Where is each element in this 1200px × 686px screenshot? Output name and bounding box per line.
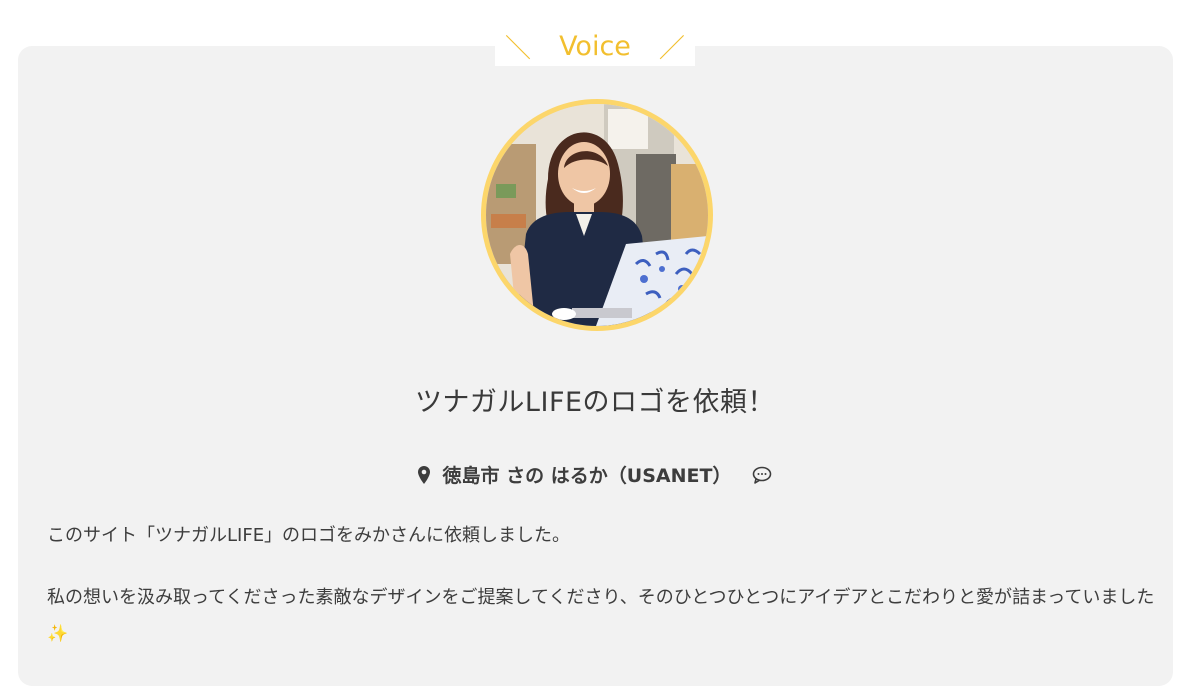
testimonial-paragraph-2: 私の想いを汲み取ってくださった素敵なデザインをご提案してくださり、そのひとつひと… — [47, 580, 1157, 652]
testimonial-paragraph-1: このサイト「ツナガルLIFE」のロゴをみかさんに依頼しました。 — [47, 525, 571, 546]
author-location: 徳島市 — [442, 465, 500, 487]
heading-slash-left: ＼ — [505, 33, 532, 64]
heading-slash-right: ／ — [658, 33, 685, 64]
avatar-ring — [481, 99, 713, 331]
testimonial-paragraph-2-text: 私の想いを汲み取ってくださった素敵なデザインをご提案してくださり、そのひとつひと… — [47, 587, 1155, 608]
section-heading: ＼ Voice ／ — [0, 26, 1190, 70]
avatar — [486, 104, 708, 326]
testimonial-title: ツナガルLIFEのロゴを依頼！ — [414, 387, 776, 418]
speech-bubble-icon[interactable] — [752, 466, 772, 484]
section-heading-text: Voice — [559, 30, 631, 62]
section-heading-inner: ＼ Voice ／ — [495, 26, 695, 66]
avatar-photo — [486, 104, 708, 326]
map-pin-icon — [417, 465, 430, 484]
author-line: 徳島市 さの はるか（USANET） — [0, 461, 1190, 488]
sparkle-emoji: ✨ — [47, 624, 69, 644]
author-name: さの はるか（USANET） — [506, 465, 732, 487]
